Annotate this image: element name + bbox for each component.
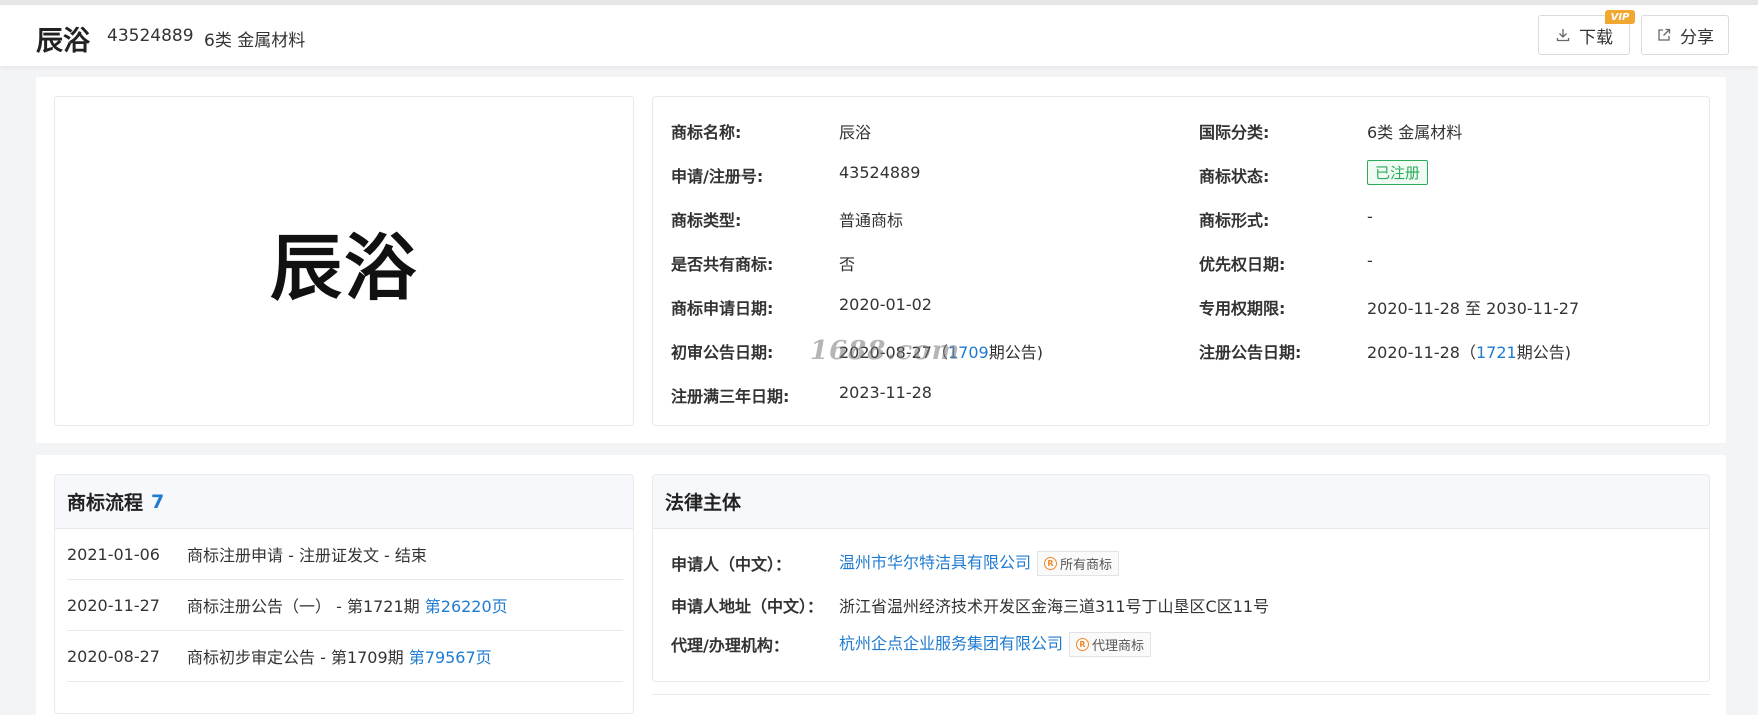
address-value: 浙江省温州经济技术开发区金海三道311号丁山垦区C区11号: [839, 597, 1270, 616]
flow-page-link[interactable]: 第79567页: [409, 644, 492, 668]
legal-row: 申请人地址（中文）： 浙江省温州经济技术开发区金海三道311号丁山垦区C区11号: [671, 593, 1269, 617]
flow-text: 商标注册公告（一） - 第1721期: [187, 597, 425, 616]
flow-count: 7: [151, 490, 165, 513]
flow-page-link[interactable]: 第26220页: [425, 593, 508, 617]
legal-row: 申请人（中文）： 温州市华尔特洁具有限公司 R 所有商标: [671, 551, 1120, 576]
top-header-bar: 辰浴 43524889 6类 金属材料 下载 VIP 分享: [0, 0, 1758, 66]
info-label: 商标名称:: [671, 123, 742, 142]
info-label: 商标状态:: [1199, 167, 1270, 186]
applicant-value: 温州市华尔特洁具有限公司 R 所有商标: [839, 549, 1120, 576]
info-row: 申请/注册号: 43524889: [671, 163, 920, 187]
info-row: 初审公告日期: 2020-08-27（1709期公告): [671, 339, 1043, 363]
flow-item: 2020-11-27 商标注册公告（一） - 第1721期 第26220页: [67, 580, 623, 631]
date-text: 2020-11-28（: [1367, 343, 1476, 362]
download-label: 下载: [1579, 27, 1613, 48]
reg-number: 43524889: [107, 26, 194, 46]
legal-header: 法律主体: [653, 475, 1709, 529]
legal-title: 法律主体: [665, 492, 742, 514]
issue-suffix: 期公告): [1516, 343, 1571, 362]
info-value: -: [1367, 207, 1373, 226]
info-value: 2023-11-28: [839, 383, 932, 402]
tag-label: 代理商标: [1092, 639, 1145, 654]
share-icon: [1658, 28, 1671, 41]
info-value: 2020-01-02: [839, 295, 932, 314]
info-row: 专用权期限: 2020-11-28 至 2030-11-27: [1199, 295, 1579, 319]
info-row: 优先权日期: -: [1199, 251, 1373, 275]
registered-icon: R: [1076, 638, 1090, 651]
flow-title: 商标流程: [67, 492, 144, 514]
info-label: 注册公告日期:: [1199, 343, 1302, 362]
trademark-flow: 商标流程 7 2021-01-06 商标注册申请 - 注册证发文 - 结束 20…: [54, 474, 634, 714]
info-label: 优先权日期:: [1199, 255, 1286, 274]
legal-entity: 法律主体 申请人（中文）： 温州市华尔特洁具有限公司 R 所有商标 申请人地址（中文…: [652, 474, 1710, 682]
flow-text: 商标初步审定公告 - 第1709期: [187, 648, 409, 667]
info-value: 6类 金属材料: [1367, 123, 1463, 142]
watermark: 1688.com: [810, 336, 961, 366]
info-label: 是否共有商标:: [671, 255, 774, 274]
agent-label: 代理/办理机构：: [671, 636, 789, 655]
issue-suffix: 期公告): [988, 343, 1043, 362]
info-row: 注册满三年日期: 2023-11-28: [671, 383, 932, 407]
info-row: 商标形式: -: [1199, 207, 1373, 231]
flow-header: 商标流程 7: [55, 475, 633, 529]
flow-item: 2021-01-06 商标注册申请 - 注册证发文 - 结束: [67, 529, 623, 580]
applicant-label: 申请人（中文）：: [671, 555, 792, 574]
info-label: 商标形式:: [1199, 211, 1270, 230]
info-label: 商标类型:: [671, 211, 742, 230]
share-label: 分享: [1680, 27, 1714, 48]
trademark-image: 辰浴: [54, 96, 634, 426]
all-trademarks-tag[interactable]: R 所有商标: [1037, 551, 1120, 576]
agent-link[interactable]: 杭州企点企业服务集团有限公司: [839, 634, 1063, 653]
flow-date: 2021-01-06: [67, 544, 160, 564]
applicant-link[interactable]: 温州市华尔特洁具有限公司: [839, 553, 1031, 572]
info-value: 普通商标: [839, 211, 904, 230]
info-row: 商标名称: 辰浴: [671, 119, 871, 143]
info-label: 初审公告日期:: [671, 343, 774, 362]
info-row: 商标状态: 已注册: [1199, 160, 1429, 187]
info-row: 国际分类: 6类 金属材料: [1199, 119, 1462, 143]
issue-link[interactable]: 1721: [1476, 343, 1517, 362]
info-label: 商标申请日期:: [671, 299, 774, 318]
address-label: 申请人地址（中文）：: [671, 597, 824, 616]
next-section-edge: [652, 694, 1710, 700]
info-row: 是否共有商标: 否: [671, 251, 855, 275]
share-button[interactable]: 分享: [1641, 15, 1729, 55]
trademark-details: 商标名称: 辰浴 申请/注册号: 43524889 商标类型: 普通商标 是否共…: [652, 96, 1710, 426]
info-value: 2020-11-28（1721期公告): [1367, 339, 1571, 363]
info-row: 商标类型: 普通商标: [671, 207, 903, 231]
info-label: 专用权期限:: [1199, 299, 1286, 318]
info-row: 注册公告日期: 2020-11-28（1721期公告): [1199, 339, 1571, 363]
flow-date: 2020-11-27: [67, 595, 160, 615]
flow-text: 商标注册申请 - 注册证发文 - 结束: [187, 546, 427, 565]
info-label: 注册满三年日期:: [671, 387, 790, 406]
tag-label: 所有商标: [1060, 558, 1113, 573]
flow-date: 2020-08-27: [67, 646, 160, 666]
info-label: 申请/注册号:: [671, 167, 764, 186]
legal-row: 代理/办理机构： 杭州企点企业服务集团有限公司 R 代理商标: [671, 632, 1152, 657]
info-value: 2020-11-28 至 2030-11-27: [1367, 299, 1580, 318]
status-badge: 已注册: [1367, 160, 1429, 185]
trademark-title: 辰浴: [36, 26, 90, 57]
trademark-logo-text: 辰浴: [269, 224, 418, 310]
agent-value: 杭州企点企业服务集团有限公司 R 代理商标: [839, 630, 1152, 657]
info-value: 43524889: [839, 163, 921, 182]
info-label: 国际分类:: [1199, 123, 1270, 142]
class-label: 6类 金属材料: [204, 31, 306, 51]
info-value: 否: [839, 255, 856, 274]
flow-item: 2020-08-27 商标初步审定公告 - 第1709期 第79567页: [67, 631, 623, 682]
vip-badge: VIP: [1605, 10, 1635, 24]
download-icon: [1556, 29, 1570, 42]
info-row: 商标申请日期: 2020-01-02: [671, 295, 932, 319]
info-value: 辰浴: [839, 123, 872, 142]
agent-trademarks-tag[interactable]: R 代理商标: [1069, 632, 1152, 657]
registered-icon: R: [1044, 557, 1058, 570]
info-value: -: [1367, 251, 1373, 270]
